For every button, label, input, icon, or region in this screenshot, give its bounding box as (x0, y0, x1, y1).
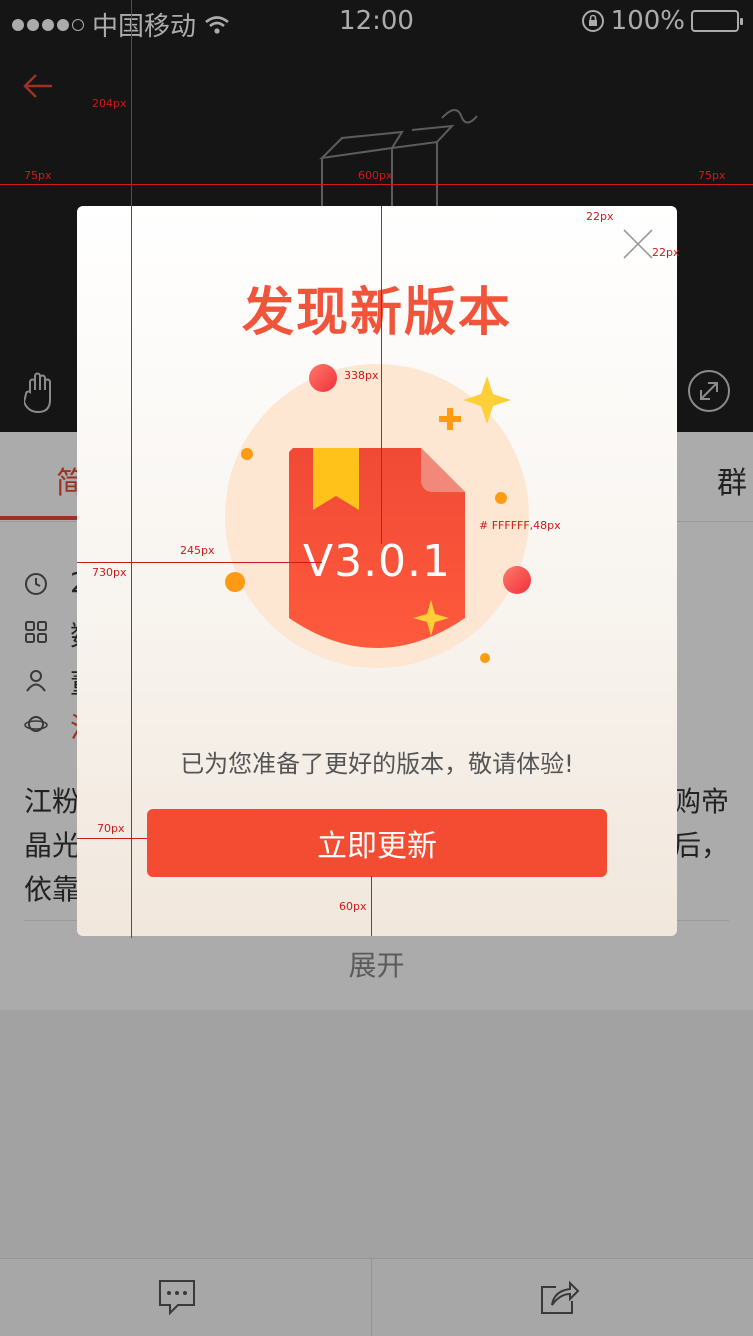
measure-line-horizontal-3 (77, 838, 147, 839)
measure-label: 204px (92, 97, 127, 110)
measure-label: 75px (698, 169, 726, 182)
dialog-message: 已为您准备了更好的版本，敬请体验! (180, 750, 574, 778)
measure-line-horizontal-2 (77, 562, 322, 563)
measure-line-vertical (131, 0, 132, 938)
measure-label: 338px (344, 369, 379, 382)
update-dialog: 发现新版本 V3.0.1 已为您准备了更好的版本，敬请体验! 立即更新 (77, 206, 677, 936)
update-now-button[interactable]: 立即更新 (147, 809, 607, 877)
measure-label: 730px (92, 566, 127, 579)
measure-line-vertical-3 (371, 876, 372, 936)
color-annotation: # FFFFFF,48px (479, 519, 561, 532)
measure-line-horizontal (0, 184, 753, 185)
dialog-title: 发现新版本 (241, 283, 512, 343)
measure-label: 22px (652, 246, 680, 259)
measure-label: 60px (339, 900, 367, 913)
measure-label: 600px (358, 169, 393, 182)
close-icon[interactable] (622, 228, 654, 260)
measure-label: 22px (586, 210, 614, 223)
new-version-illustration (225, 364, 531, 668)
measure-label: 245px (180, 544, 215, 557)
measure-line-vertical-2 (381, 206, 382, 544)
measure-label: 70px (97, 822, 125, 835)
measure-label: 75px (24, 169, 52, 182)
